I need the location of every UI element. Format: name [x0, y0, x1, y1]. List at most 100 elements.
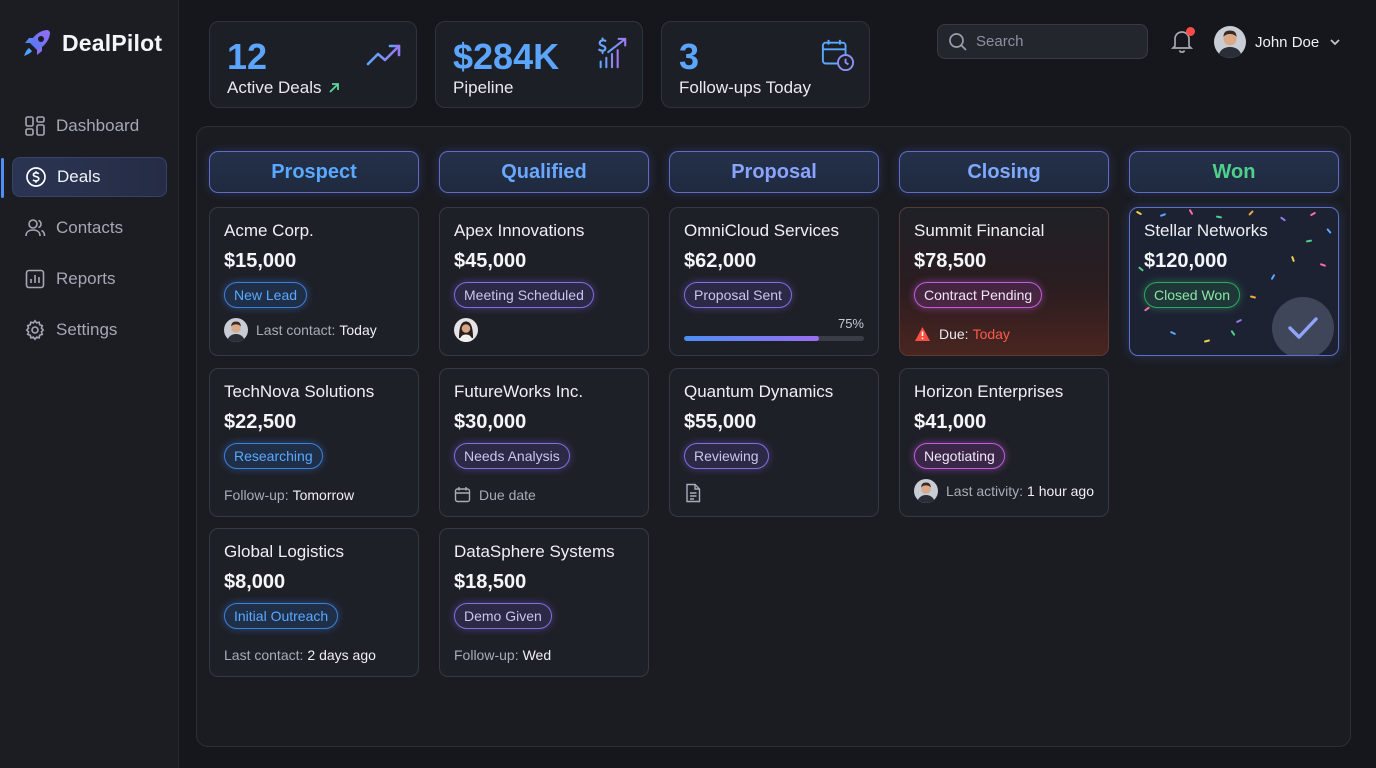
- avatar: [1214, 26, 1246, 58]
- status-badge: Closed Won: [1144, 282, 1241, 308]
- footer-value: Wed: [522, 647, 552, 663]
- sidebar-item-deals[interactable]: Deals: [1, 157, 167, 198]
- avatar: [224, 318, 248, 342]
- stat-label: Pipeline: [453, 78, 514, 97]
- footer-label: Follow-up:: [224, 487, 289, 503]
- dollar-circle-icon: [26, 167, 46, 187]
- column-header-prospect[interactable]: Prospect: [209, 151, 419, 193]
- sidebar-item-dashboard[interactable]: Dashboard: [12, 106, 167, 146]
- footer-value: 2 days ago: [307, 647, 376, 663]
- deal-card-won[interactable]: Stellar Networks $120,000 Closed Won: [1129, 207, 1339, 356]
- deal-amount: $55,000: [684, 411, 757, 433]
- progress-fill: [684, 336, 819, 341]
- card-footer: Follow-up: Wed: [454, 647, 551, 663]
- deal-card[interactable]: Apex Innovations $45,000 Meeting Schedul…: [439, 207, 649, 356]
- footer-label: Due:: [939, 326, 969, 342]
- search-bar[interactable]: [937, 24, 1148, 59]
- document-icon[interactable]: [684, 483, 702, 503]
- sidebar-item-contacts[interactable]: Contacts: [12, 208, 167, 248]
- status-badge: Reviewing: [684, 443, 769, 469]
- revenue-chart-icon: [598, 37, 627, 69]
- card-footer: Follow-up: Tomorrow: [224, 487, 354, 503]
- column-header-won[interactable]: Won: [1129, 151, 1339, 193]
- status-badge: Initial Outreach: [224, 603, 339, 629]
- confetti: [1135, 210, 1143, 216]
- stat-label: Active Deals: [227, 78, 341, 98]
- sidebar-item-reports[interactable]: Reports: [12, 259, 167, 299]
- status-badge: Contract Pending: [914, 282, 1043, 308]
- search-input[interactable]: [976, 33, 1136, 50]
- contacts-icon: [25, 219, 46, 237]
- avatar: [454, 318, 478, 342]
- warning-icon: [915, 327, 930, 341]
- column-header-qualified[interactable]: Qualified: [439, 151, 649, 193]
- card-footer: Last contact: 2 days ago: [224, 647, 376, 663]
- status-badge: Researching: [224, 443, 323, 469]
- deal-name: FutureWorks Inc.: [454, 382, 584, 401]
- deal-amount: $15,000: [224, 250, 297, 272]
- app-name: DealPilot: [62, 29, 163, 56]
- confetti: [1215, 215, 1223, 219]
- deal-card[interactable]: TechNova Solutions $22,500 Researching F…: [209, 368, 419, 517]
- deal-name: DataSphere Systems: [454, 542, 615, 561]
- confetti: [1235, 318, 1243, 324]
- won-check-badge: [1272, 297, 1334, 355]
- status-badge: Demo Given: [454, 603, 552, 629]
- deal-card[interactable]: DataSphere Systems $18,500 Demo Given Fo…: [439, 528, 649, 677]
- user-menu[interactable]: John Doe: [1214, 26, 1342, 58]
- confetti: [1249, 295, 1257, 299]
- gear-icon: [25, 319, 45, 341]
- deal-card[interactable]: OmniCloud Services $62,000 Proposal Sent…: [669, 207, 879, 356]
- avatar: [914, 479, 938, 503]
- deal-card[interactable]: FutureWorks Inc. $30,000 Needs Analysis …: [439, 368, 649, 517]
- column-header-proposal[interactable]: Proposal: [669, 151, 879, 193]
- trend-up-icon: [366, 44, 401, 66]
- column-header-closing[interactable]: Closing: [899, 151, 1109, 193]
- status-badge: Negotiating: [914, 443, 1005, 469]
- stat-card-active-deals[interactable]: 12 Active Deals: [209, 21, 417, 108]
- confetti: [1230, 329, 1236, 337]
- deal-name: Acme Corp.: [224, 221, 314, 240]
- deal-amount: $8,000: [224, 571, 286, 593]
- stat-card-pipeline[interactable]: $284K Pipeline: [435, 21, 643, 108]
- progress-label: 75%: [837, 316, 864, 331]
- footer-value: Today: [972, 326, 1010, 342]
- user-name: John Doe: [1255, 33, 1320, 51]
- brand[interactable]: DealPilot: [20, 26, 162, 60]
- card-footer: [684, 483, 702, 503]
- card-footer: Last activity: 1 hour ago: [914, 479, 1094, 503]
- deal-card[interactable]: Horizon Enterprises $41,000 Negotiating …: [899, 368, 1109, 517]
- status-badge: Meeting Scheduled: [454, 282, 594, 308]
- footer-label: Due date: [479, 486, 536, 503]
- footer-label: Last contact:: [256, 322, 336, 338]
- confetti: [1248, 210, 1254, 216]
- confetti: [1159, 213, 1167, 217]
- confetti: [1326, 228, 1332, 234]
- sidebar-item-settings[interactable]: Settings: [12, 310, 167, 350]
- card-footer: [454, 318, 478, 342]
- stat-card-follow-ups[interactable]: 3 Follow-ups Today: [661, 21, 870, 108]
- deal-card[interactable]: Quantum Dynamics $55,000 Reviewing: [669, 368, 879, 517]
- deal-amount: $30,000: [454, 411, 527, 433]
- card-footer: Last contact: Today: [224, 318, 377, 342]
- stat-label: Follow-ups Today: [679, 78, 811, 97]
- sidebar-item-label: Reports: [56, 269, 116, 288]
- confetti: [1270, 273, 1276, 281]
- confetti: [1143, 306, 1151, 312]
- deal-name: OmniCloud Services: [684, 221, 839, 240]
- confetti: [1309, 211, 1317, 217]
- deal-card[interactable]: Global Logistics $8,000 Initial Outreach…: [209, 528, 419, 677]
- deal-amount: $120,000: [1144, 250, 1228, 272]
- sidebar-item-label: Contacts: [56, 218, 124, 237]
- progress: 75%: [684, 316, 864, 341]
- deal-card[interactable]: Summit Financial $78,500 Contract Pendin…: [899, 207, 1109, 356]
- deal-card[interactable]: Acme Corp. $15,000 New Lead Last contact…: [209, 207, 419, 356]
- status-badge: Proposal Sent: [684, 282, 792, 308]
- footer-value: 1 hour ago: [1027, 483, 1094, 499]
- footer-label: Follow-up:: [454, 647, 519, 663]
- arrow-up-right-icon: [329, 83, 340, 93]
- footer-value: Today: [339, 322, 377, 338]
- footer-value: Tomorrow: [292, 487, 355, 503]
- card-footer: Due date: [454, 486, 536, 503]
- deal-amount: $22,500: [224, 411, 297, 433]
